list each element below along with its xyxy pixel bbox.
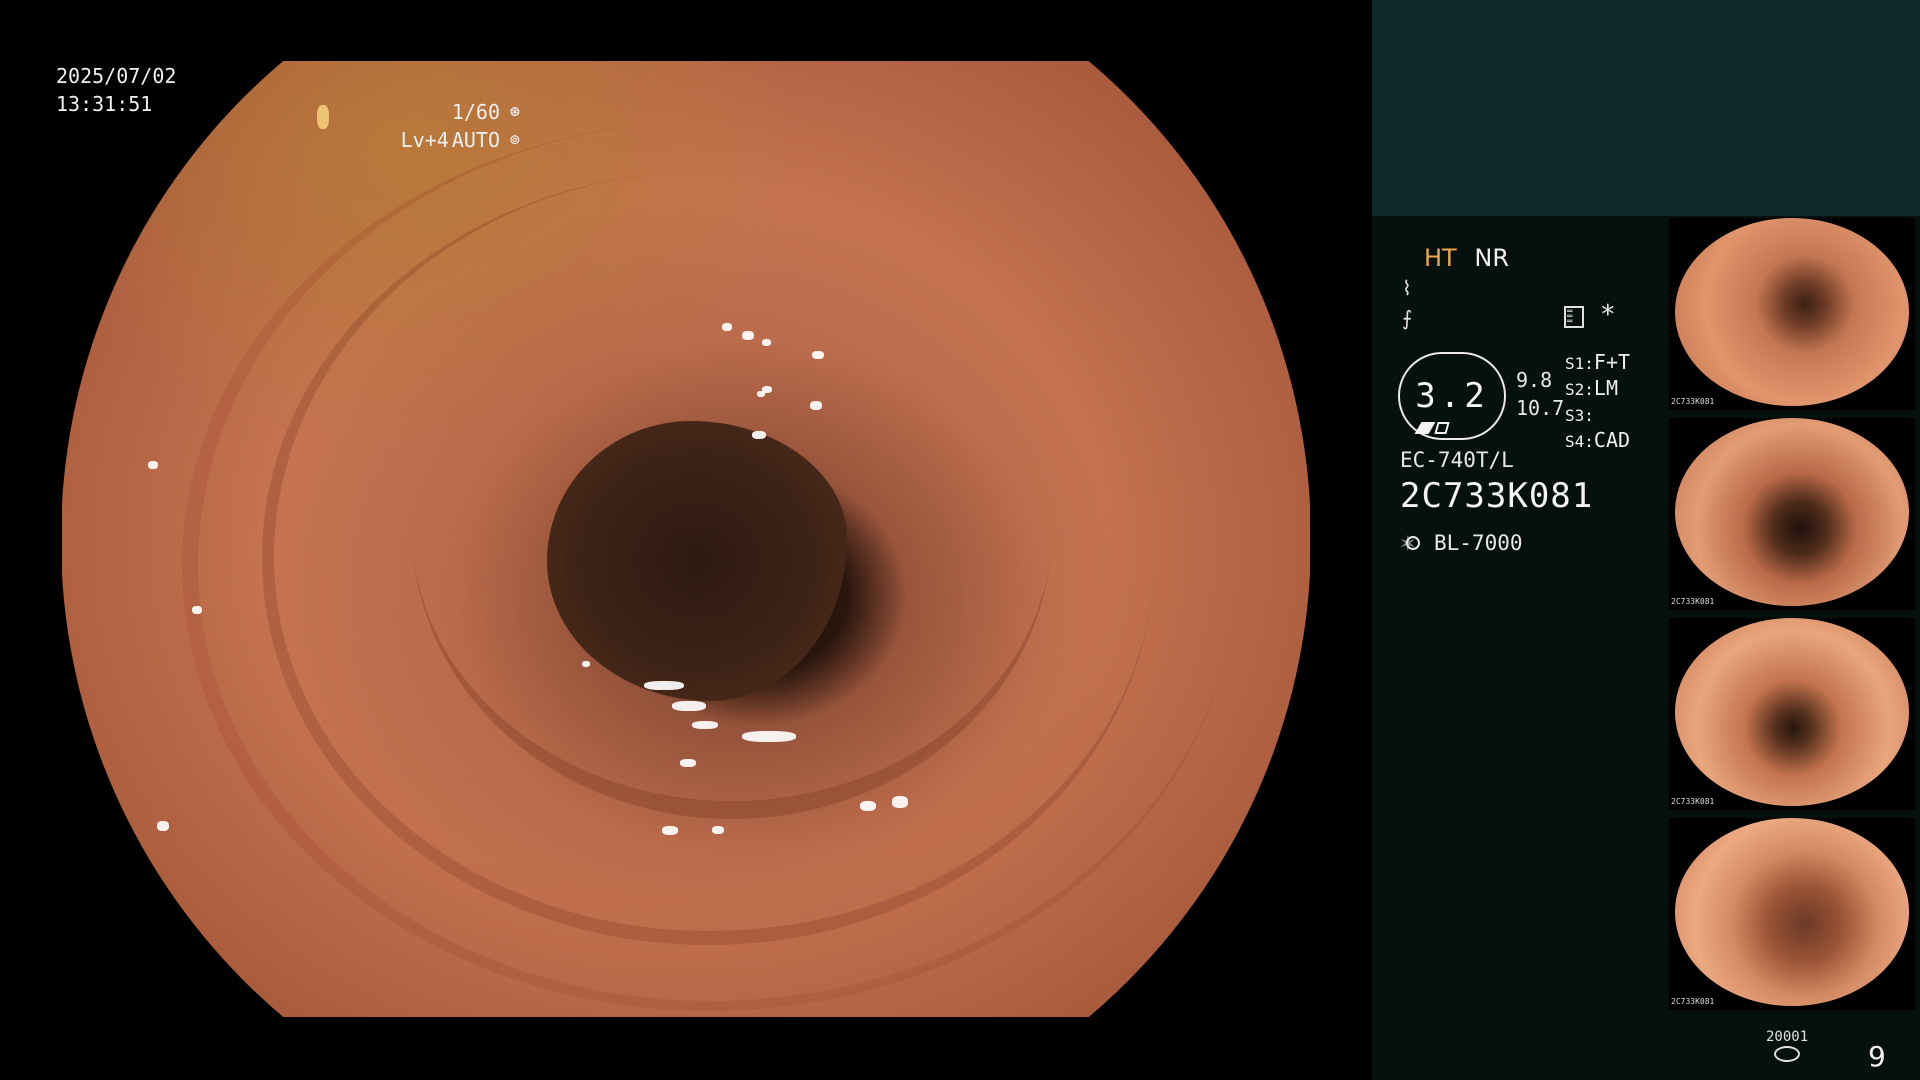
patient-info-area [1372,0,1920,216]
light-reflection [644,681,684,690]
light-reflection [892,796,908,808]
nr-mode-label: NR [1474,244,1509,272]
thumbnail-serial: 2C733K081 [1671,797,1715,806]
endoscopic-image [62,61,1310,1017]
disk-icon [1774,1046,1801,1062]
date-time-display: 2025/07/02 13:31:51 [56,62,176,118]
structure-enhancement-icon: ⌇ [1402,276,1412,300]
light-reflection [680,759,696,767]
light-reflection [762,339,771,346]
switch-s3: S3: [1565,406,1594,425]
light-reflection [757,391,765,397]
light-source-icon [1400,528,1426,558]
thumbnail-serial: 2C733K081 [1671,597,1715,606]
light-reflection [662,826,678,835]
light-reflection [812,351,824,359]
storage-label: 20001 [1766,1029,1809,1045]
shutter-speed-text: 1/60 [451,100,500,124]
switch-s1: S1:F+T [1565,350,1631,374]
light-source-row: BL-7000 [1400,528,1523,558]
light-reflection [752,431,766,439]
exposure-parameters: 1/60 ⊛ Lv+4 AUTO ⊚ [401,98,520,154]
light-reflection [672,701,706,711]
color-enhancement-icon: ⨍ [1402,306,1413,330]
thumbnail-image[interactable]: 2C733K081 [1669,418,1915,610]
time-text: 13:31:51 [56,92,153,116]
side-panel: HT NR ⌇ ⨍ ═ ═ ═ * 3.2 9.8 10.7 S1:F+T S2:L… [1372,0,1920,1080]
light-reflection [157,821,169,831]
zoom-badge: 3.2 [1398,352,1506,440]
ht-mode-label: HT [1424,244,1457,272]
zoom-side-value-bottom: 10.7 [1516,396,1565,420]
zoom-indicator-marks [1414,422,1450,434]
thumbnail-image[interactable]: 2C733K081 [1669,818,1915,1010]
thumbnail-image[interactable]: 2C733K081 [1669,218,1915,410]
zoom-side-value-top: 9.8 [1516,368,1553,392]
settings-list-icon: ═ ═ ═ [1564,306,1584,328]
scope-serial: 2C733K081 [1400,476,1594,516]
light-reflection [582,661,590,667]
light-reflection [148,461,158,469]
date-text: 2025/07/02 [56,64,177,88]
shutter-icon: ⊛ [509,101,520,122]
asterisk-marker: * [1600,300,1616,330]
iris-icon: ⊚ [509,129,520,150]
scope-switch-assignments: S1:F+T S2:LM S3: S4:CAD [1565,350,1630,454]
switch-s2: S2:LM [1565,376,1618,400]
captured-thumbnails: 2C733K081 2C733K081 2C733K081 2C733K081 [1669,218,1920,1018]
image-mode-row: HT NR [1424,244,1509,272]
light-reflection [742,731,796,742]
thumbnail-image[interactable]: 2C733K081 [1669,618,1915,810]
switch-s4: S4:CAD [1565,428,1631,452]
light-reflection [742,331,754,340]
thumbnail-serial: 2C733K081 [1671,397,1715,406]
brightness-level-text: Lv+4 [400,128,449,152]
light-reflection [810,401,822,410]
thumbnail-serial: 2C733K081 [1671,997,1715,1006]
light-reflection [722,323,732,331]
light-reflection [860,801,876,811]
light-reflection [692,721,718,729]
zoom-value: 3.2 [1415,376,1489,416]
storage-indicator: 20001 [1766,1030,1808,1062]
exposure-mode-text: AUTO [451,128,500,152]
image-count: 9 [1868,1040,1886,1073]
main-endoscope-area: 2025/07/02 13:31:51 1/60 ⊛ Lv+4 AUTO ⊚ [0,0,1372,1080]
light-reflection [712,826,724,834]
light-reflection [317,105,329,129]
light-source-text: BL-7000 [1434,531,1523,555]
light-reflection [192,606,202,614]
scope-model: EC-740T/L [1400,448,1514,472]
